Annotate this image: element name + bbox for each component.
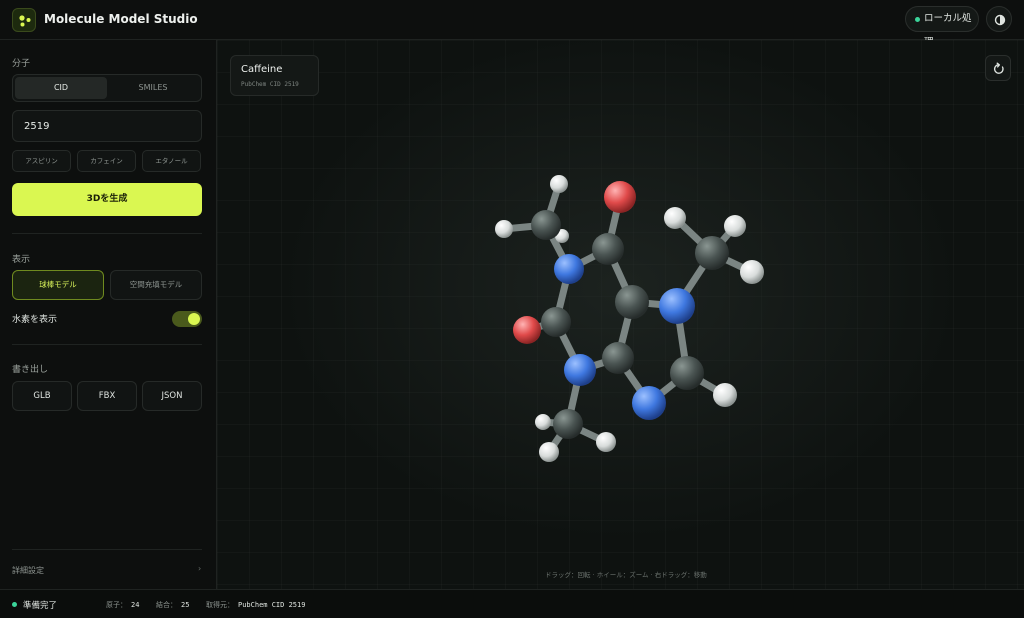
atom-hydrogen [495,220,513,238]
cid-input[interactable] [12,110,202,142]
atoms [495,175,764,462]
atom-hydrogen [596,432,616,452]
atom-hydrogen [740,260,764,284]
molecule-render [495,175,764,462]
atom-hydrogen [550,175,568,193]
atom-carbon [592,233,624,265]
atom-carbon [695,236,729,270]
status-dot-icon [915,17,920,22]
preset-aspirin-button[interactable]: アスピリン [12,150,71,172]
preset-caffeine-button[interactable]: カフェイン [77,150,136,172]
input-mode-segmented: CID SMILES [12,74,202,102]
mode-smiles-tab[interactable]: SMILES [107,77,199,99]
atom-hydrogen [724,215,746,237]
atom-carbon [615,285,649,319]
theme-button[interactable] [986,6,1012,32]
controls-hint: ドラッグ：回転 · ホイール：ズーム · 右ドラッグ：移動 [545,571,707,579]
atom-carbon [531,210,561,240]
show-hydrogen-label: 水素を表示 [12,315,58,325]
atom-oxygen [604,181,636,213]
atom-hydrogen [535,414,551,430]
molecule-logo-icon [12,8,36,32]
atoms-label: 原子 [106,601,120,609]
atom-hydrogen [713,383,737,407]
bonds-count: 結合： 25 [156,601,190,609]
advanced-settings-toggle[interactable]: 詳細設定 [12,565,44,576]
atoms-value: 24 [131,601,140,609]
show-hydrogen-toggle[interactable] [172,311,202,327]
3d-viewport[interactable]: Caffeine PubChem CID 2519 ドラッグ：回転 · ホイール… [217,40,1024,589]
mode-cid-tab[interactable]: CID [15,77,107,99]
status-text: 準備完了 [23,601,58,611]
export-glb-button[interactable]: GLB [12,381,72,411]
generate-3d-button[interactable]: 3Dを生成 [12,183,202,216]
bonds-value: 25 [181,601,190,609]
atom-oxygen [513,316,541,344]
molecule-source: PubChem CID 2519 [241,81,299,88]
app-title: Molecule Model Studio [44,12,198,26]
atom-carbon [602,342,634,374]
export-fbx-button[interactable]: FBX [77,381,137,411]
atom-nitrogen [554,254,584,284]
chevron-right-icon: › [198,564,202,573]
atom-carbon [553,409,583,439]
molecule-section-label: 分子 [12,59,31,69]
divider [12,549,202,550]
space-filling-button[interactable]: 空間充填モデル [110,270,202,300]
atom-nitrogen [564,354,596,386]
export-section-label: 書き出し [12,365,49,375]
app-header: Molecule Model Studio ローカル処理 [0,0,1024,48]
export-json-button[interactable]: JSON [142,381,202,411]
bonds-label: 結合 [156,601,170,609]
theme-icon [994,14,1006,26]
preset-ethanol-button[interactable]: エタノール [142,150,201,172]
atom-nitrogen [659,288,695,324]
divider [12,344,202,345]
toggle-knob [188,313,200,325]
display-section-label: 表示 [12,255,31,265]
reset-view-button[interactable] [985,55,1011,81]
atom-nitrogen [632,386,666,420]
molecule-info-card: Caffeine PubChem CID 2519 [230,55,319,96]
source-value: PubChem CID 2519 [238,601,306,609]
atoms-count: 原子： 24 [106,601,140,609]
atom-hydrogen [539,442,559,462]
atom-carbon [541,307,571,337]
divider [12,233,202,234]
status-dot-icon [12,602,17,607]
source-info: 取得元： PubChem CID 2519 [206,601,306,609]
source-label: 取得元 [206,601,227,609]
reset-view-icon [993,62,1004,74]
atom-hydrogen [664,207,686,229]
molecule-name: Caffeine [241,64,283,75]
local-processing-button[interactable]: ローカル処理 [905,6,979,48]
status-bar: 準備完了 原子： 24 結合： 25 取得元： PubChem CID 2519 [0,589,1024,618]
sidebar: 分子 CID SMILES アスピリン カフェイン エタノール 3Dを生成 表示… [0,40,217,589]
ball-stick-button[interactable]: 球棒モデル [12,270,104,300]
atom-carbon [670,356,704,390]
